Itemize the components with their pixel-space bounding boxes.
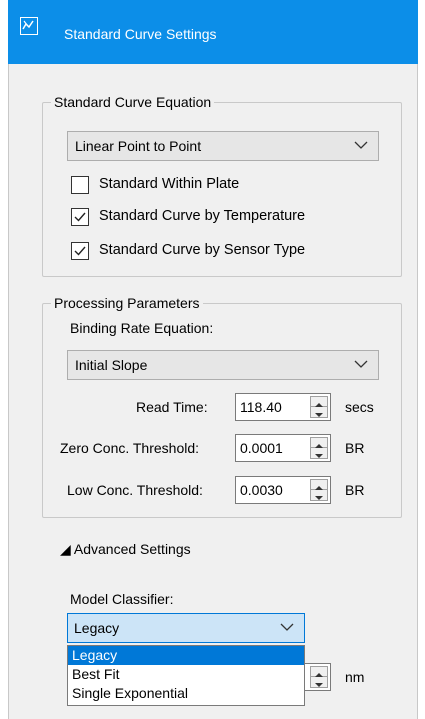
low-conc-label: Low Conc. Threshold: (67, 482, 203, 498)
chevron-down-icon (280, 623, 294, 631)
chevron-down-icon (354, 141, 368, 149)
equation-select-value: Linear Point to Point (75, 138, 202, 154)
binding-rate-label: Binding Rate Equation: (70, 320, 214, 336)
standard-curve-by-temperature-checkbox[interactable]: Standard Curve by Temperature (71, 206, 371, 228)
model-classifier-select-value: Legacy (74, 620, 120, 636)
spin-down-icon[interactable] (311, 448, 327, 458)
checkbox-box (71, 242, 89, 260)
spin-up-icon[interactable] (311, 667, 327, 677)
read-time-spinner[interactable] (310, 396, 328, 418)
dropdown-option-legacy[interactable]: Legacy (68, 646, 304, 665)
dropdown-option-single-exponential[interactable]: Single Exponential (68, 684, 304, 703)
zero-conc-value: 0.0001 (240, 440, 283, 456)
low-conc-spinner[interactable] (310, 479, 328, 501)
binding-rate-select[interactable]: Initial Slope (67, 350, 379, 380)
spin-down-icon[interactable] (311, 407, 327, 417)
read-time-input[interactable]: 118.40 (235, 393, 331, 421)
chart-window-icon (20, 17, 38, 35)
low-conc-input[interactable]: 0.0030 (235, 476, 331, 504)
model-classifier-label: Model Classifier: (70, 591, 174, 607)
hidden-field-unit: nm (345, 669, 365, 685)
standard-curve-by-sensor-type-checkbox[interactable]: Standard Curve by Sensor Type (71, 240, 371, 262)
dropdown-option-best-fit[interactable]: Best Fit (68, 665, 304, 684)
hidden-field-spinner[interactable] (310, 666, 328, 688)
spin-up-icon[interactable] (311, 397, 327, 407)
advanced-settings-toggle[interactable]: ◢ Advanced Settings (60, 541, 191, 558)
read-time-value: 118.40 (240, 399, 282, 415)
title-bar: Standard Curve Settings (8, 0, 418, 64)
equation-select[interactable]: Linear Point to Point (67, 131, 379, 161)
model-classifier-select[interactable]: Legacy (67, 613, 305, 643)
checkbox-label: Standard Curve by Sensor Type (99, 242, 306, 258)
checkmark-icon (74, 246, 86, 256)
zero-conc-input[interactable]: 0.0001 (235, 434, 331, 462)
checkmark-icon (74, 212, 86, 222)
spin-up-icon[interactable] (311, 438, 327, 448)
binding-rate-select-value: Initial Slope (75, 357, 148, 373)
chevron-down-icon (354, 360, 368, 368)
low-conc-value: 0.0030 (240, 482, 283, 498)
zero-conc-label: Zero Conc. Threshold: (60, 440, 200, 456)
equation-group-legend: Standard Curve Equation (51, 94, 215, 110)
read-time-label: Read Time: (136, 399, 208, 415)
checkbox-box (71, 176, 89, 194)
low-conc-unit: BR (345, 482, 365, 498)
zero-conc-spinner[interactable] (310, 437, 328, 459)
zero-conc-unit: BR (345, 440, 365, 456)
standard-within-plate-checkbox[interactable]: Standard Within Plate (71, 174, 371, 196)
processing-group-legend: Processing Parameters (51, 295, 203, 311)
spin-up-icon[interactable] (311, 480, 327, 490)
read-time-unit: secs (345, 399, 374, 415)
checkbox-label: Standard Curve by Temperature (99, 208, 306, 224)
window-title: Standard Curve Settings (64, 26, 217, 42)
checkbox-label: Standard Within Plate (99, 176, 240, 192)
model-classifier-dropdown: Legacy Best Fit Single Exponential (67, 645, 305, 706)
spin-down-icon[interactable] (311, 490, 327, 500)
checkbox-box (71, 208, 89, 226)
spin-down-icon[interactable] (311, 677, 327, 687)
